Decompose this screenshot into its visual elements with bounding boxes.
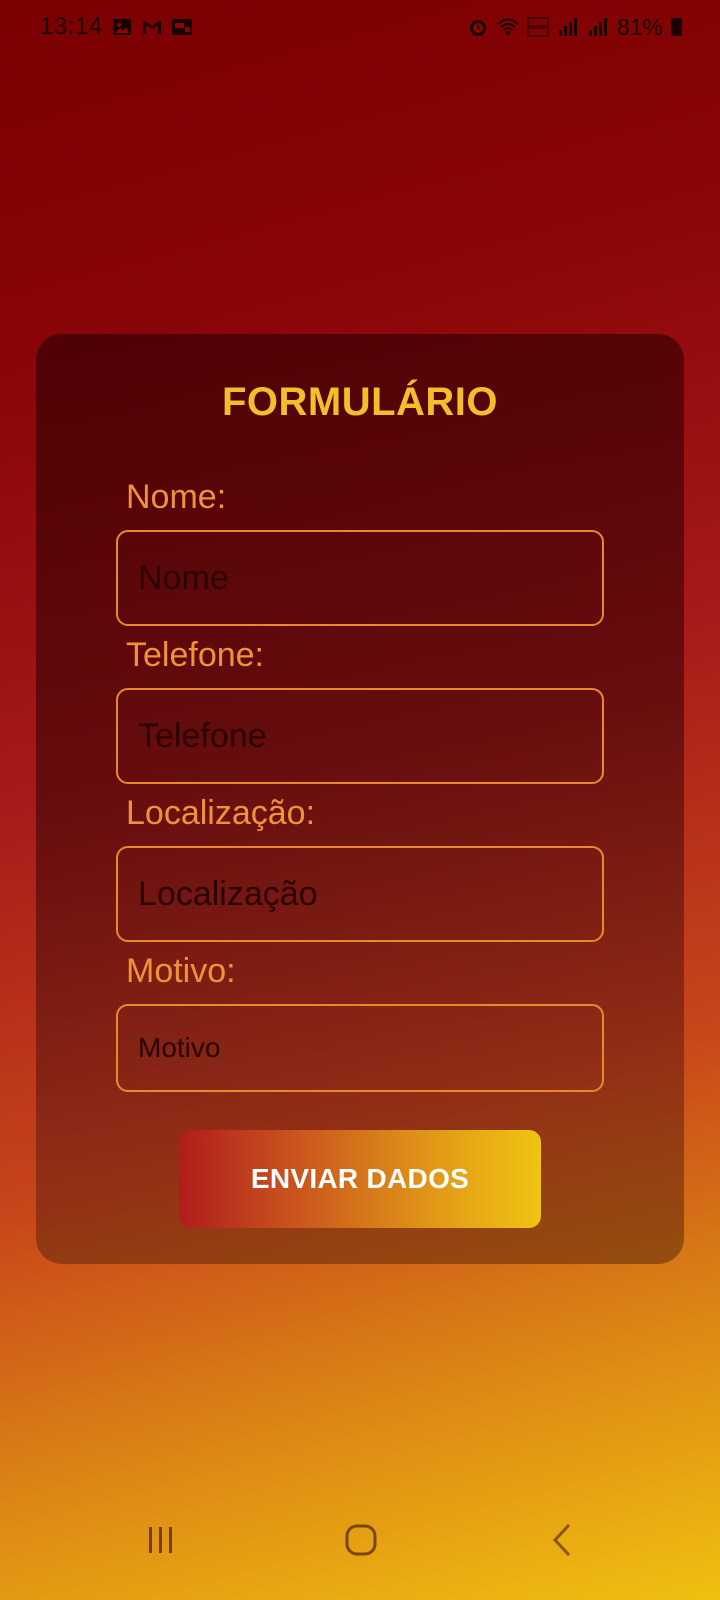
wifi-icon xyxy=(497,16,519,38)
name-label: Nome: xyxy=(126,478,227,516)
alarm-icon xyxy=(467,16,489,38)
reason-field[interactable]: Motivo xyxy=(116,1004,604,1092)
name-field[interactable]: Nome xyxy=(116,530,604,626)
phone-field[interactable]: Telefone xyxy=(116,688,604,784)
gallery-icon xyxy=(111,16,133,38)
phone-label: Telefone: xyxy=(126,636,264,674)
home-button[interactable] xyxy=(331,1510,391,1570)
status-bar: 13:14 81% xyxy=(0,0,720,54)
phone-placeholder: Telefone xyxy=(138,716,267,755)
status-left: 13:14 xyxy=(40,13,193,41)
name-placeholder: Nome xyxy=(138,558,229,597)
volte-icon xyxy=(527,16,549,38)
location-label: Localização: xyxy=(126,794,316,832)
signal-icon xyxy=(557,16,579,38)
location-field[interactable]: Localização xyxy=(116,846,604,942)
recent-apps-icon xyxy=(149,1527,172,1553)
location-placeholder: Localização xyxy=(138,874,318,913)
status-time: 13:14 xyxy=(40,13,103,40)
gmail-icon xyxy=(141,16,163,38)
back-icon xyxy=(552,1523,571,1557)
battery-level: 81% xyxy=(616,13,663,40)
media-icon xyxy=(171,16,193,38)
form-card: FORMULÁRIO Nome: Nome Telefone: Telefone… xyxy=(36,334,684,1264)
reason-placeholder: Motivo xyxy=(138,1032,221,1063)
battery-icon xyxy=(671,18,682,36)
reason-label: Motivo: xyxy=(126,952,236,990)
status-right: 81% xyxy=(467,14,682,41)
nav-bar xyxy=(0,1510,720,1600)
recent-apps-button[interactable] xyxy=(131,1510,191,1570)
back-button[interactable] xyxy=(533,1510,593,1570)
form-title: FORMULÁRIO xyxy=(221,380,499,424)
submit-button[interactable]: ENVIAR DADOS xyxy=(179,1130,541,1228)
signal-icon xyxy=(587,16,609,38)
home-icon xyxy=(345,1524,377,1556)
